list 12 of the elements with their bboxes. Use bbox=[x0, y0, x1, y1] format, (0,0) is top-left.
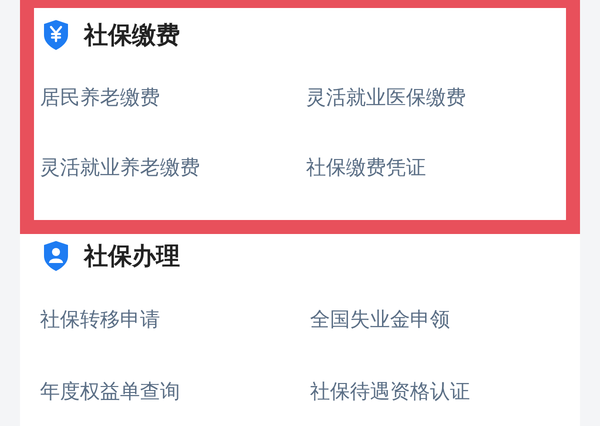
section-title: 社保办理 bbox=[84, 241, 180, 272]
service-link[interactable]: 灵活就业养老缴费 bbox=[40, 152, 200, 182]
service-link[interactable]: 居民养老缴费 bbox=[40, 82, 160, 112]
service-link[interactable]: 社保转移申请 bbox=[40, 304, 160, 334]
service-link[interactable]: 灵活就业医保缴费 bbox=[306, 82, 466, 112]
shield-yen-icon bbox=[42, 19, 70, 51]
service-link[interactable]: 社保待遇资格认证 bbox=[310, 376, 470, 406]
service-link[interactable]: 社保缴费凭证 bbox=[306, 152, 426, 182]
shield-person-icon bbox=[42, 240, 70, 272]
service-link[interactable]: 全国失业金申领 bbox=[310, 304, 450, 334]
service-link[interactable]: 年度权益单查询 bbox=[40, 376, 180, 406]
section-title: 社保缴费 bbox=[84, 20, 180, 51]
